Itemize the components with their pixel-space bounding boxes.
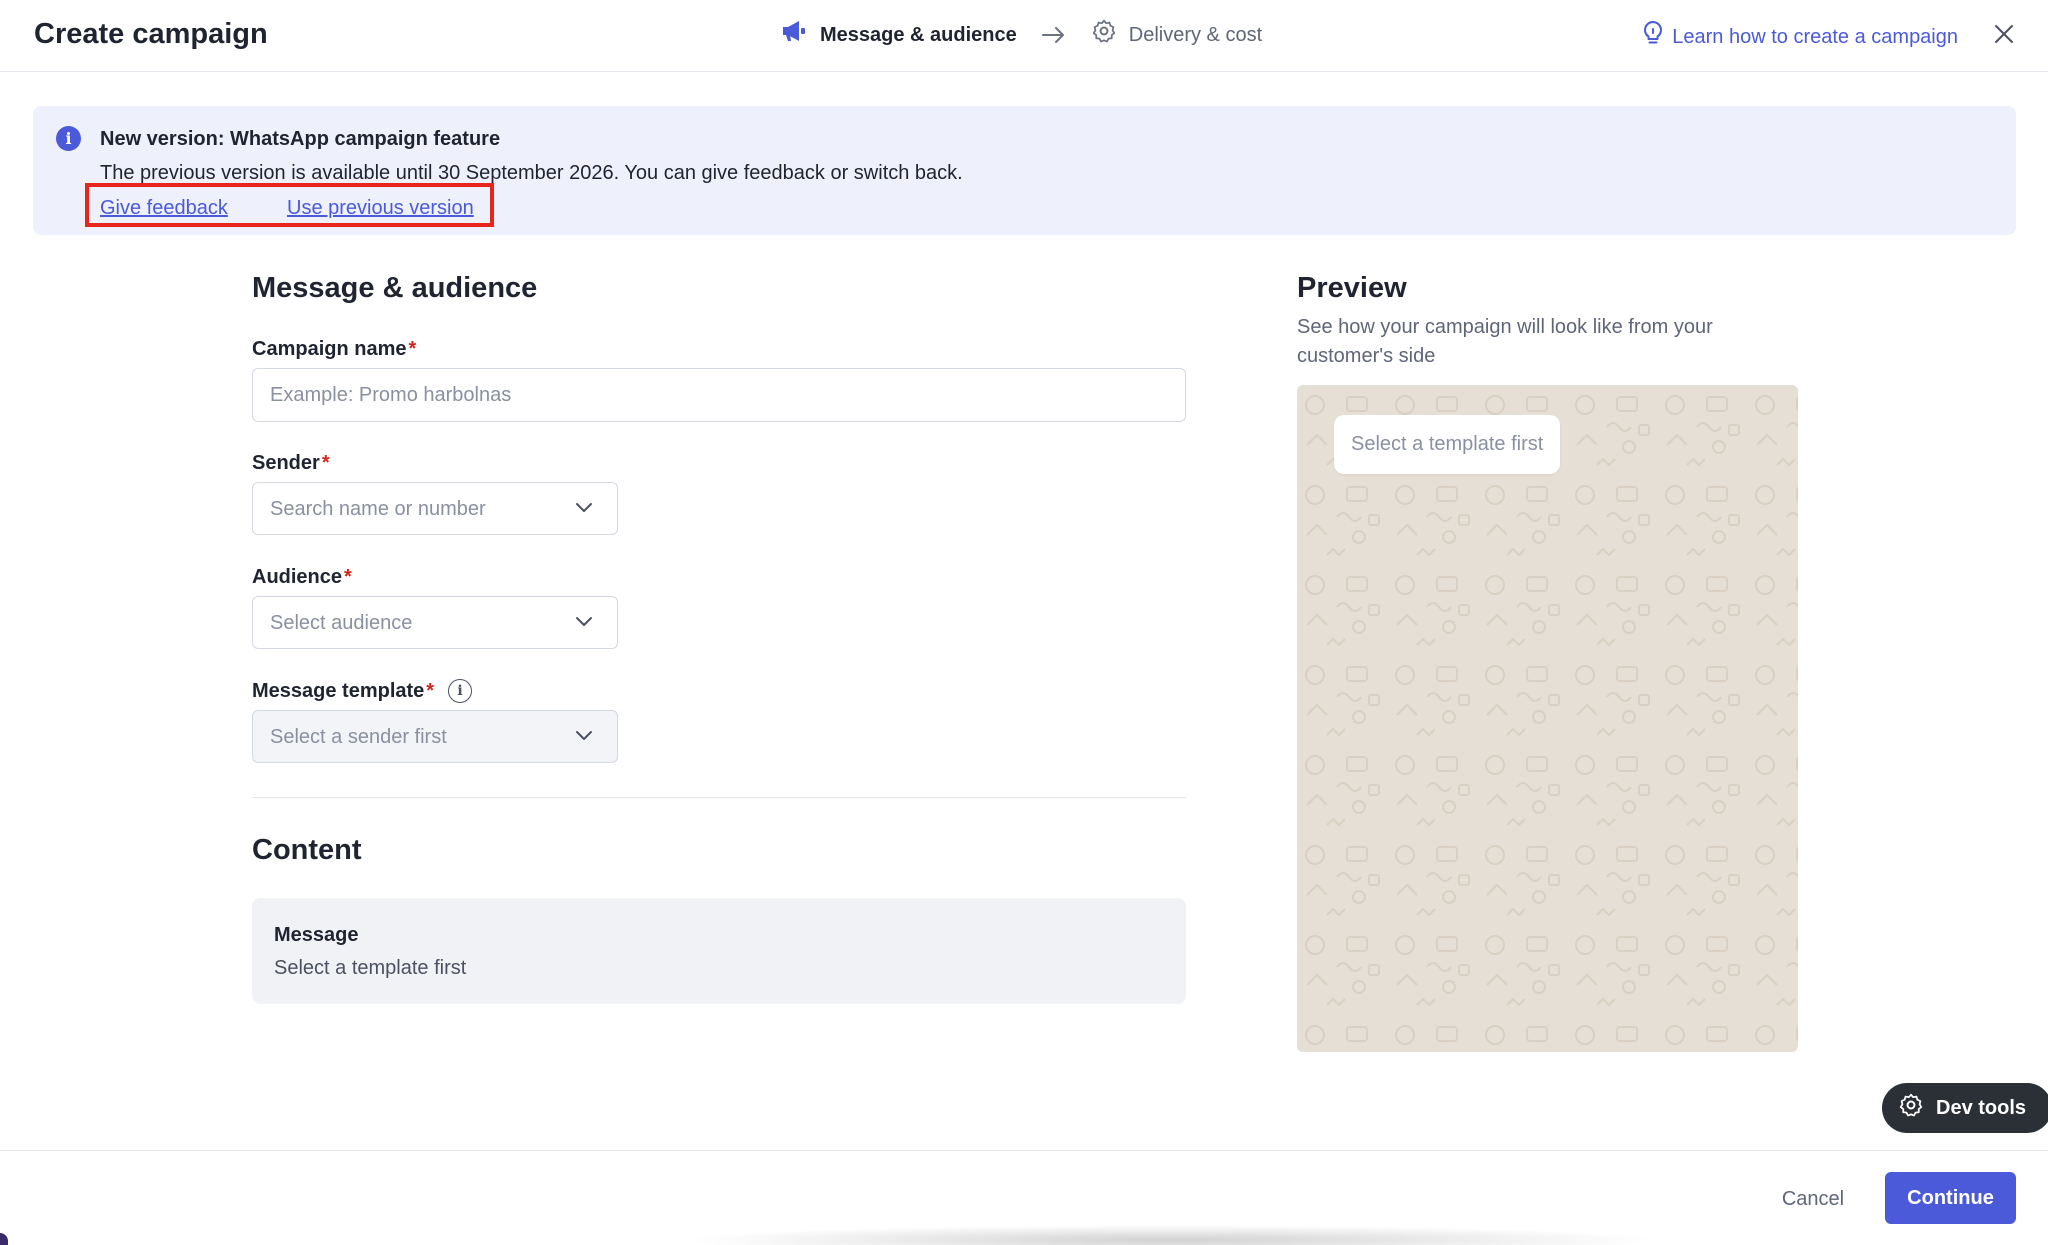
required-mark: * xyxy=(321,452,330,474)
sender-select[interactable]: Search name or number xyxy=(252,482,618,535)
banner-title: New version: WhatsApp campaign feature xyxy=(100,128,501,150)
section-title-message-audience: Message & audience xyxy=(252,272,538,304)
campaign-name-label: Campaign name * xyxy=(252,336,416,362)
info-banner: i New version: WhatsApp campaign feature… xyxy=(33,106,2016,235)
stepper: Message & audience Delivery & cost xyxy=(780,18,1262,52)
chat-wallpaper-pattern xyxy=(1297,385,1798,1052)
banner-links-highlight: Give feedback Use previous version xyxy=(85,183,494,227)
learn-how-link[interactable]: Learn how to create a campaign xyxy=(1642,20,1958,54)
step-label: Message & audience xyxy=(820,24,1017,46)
dev-tools-label: Dev tools xyxy=(1936,1096,2027,1119)
dev-tools-button[interactable]: Dev tools xyxy=(1882,1083,2048,1133)
continue-button[interactable]: Continue xyxy=(1885,1172,2016,1224)
info-icon: i xyxy=(56,126,81,151)
label-text: Audience xyxy=(252,566,343,588)
preview-message-bubble: Select a template first xyxy=(1334,415,1561,474)
close-icon xyxy=(1993,23,2015,50)
preview-title: Preview xyxy=(1297,272,1407,304)
sender-label: Sender * xyxy=(252,450,330,476)
step-delivery-cost[interactable]: Delivery & cost xyxy=(1091,18,1262,52)
select-placeholder: Search name or number xyxy=(270,497,486,520)
learn-link-label: Learn how to create a campaign xyxy=(1672,26,1958,48)
chevron-down-icon xyxy=(575,614,593,632)
label-text: Message template xyxy=(252,680,425,702)
audience-label: Audience * xyxy=(252,564,352,590)
gear-icon xyxy=(1898,1092,1924,1124)
campaign-name-input[interactable] xyxy=(252,368,1186,422)
chevron-down-icon xyxy=(575,728,593,746)
close-button[interactable] xyxy=(1986,18,2022,54)
label-text: Campaign name xyxy=(252,338,407,360)
arrow-right-icon xyxy=(1041,26,1067,44)
step-message-audience[interactable]: Message & audience xyxy=(780,19,1017,51)
header: Create campaign Message & audience Deliv… xyxy=(0,0,2048,72)
message-card-title: Message xyxy=(274,924,359,946)
audience-select[interactable]: Select audience xyxy=(252,596,618,649)
message-template-select: Select a sender first xyxy=(252,710,618,763)
message-template-label: Message template * i xyxy=(252,678,473,704)
info-icon[interactable]: i xyxy=(448,679,473,703)
required-mark: * xyxy=(426,680,435,702)
select-placeholder: Select a sender first xyxy=(270,725,447,748)
divider xyxy=(252,797,1186,798)
preview-panel: Select a template first xyxy=(1297,385,1798,1052)
label-text: Sender xyxy=(252,452,320,474)
gear-icon xyxy=(1091,18,1117,52)
chevron-down-icon xyxy=(575,500,593,518)
give-feedback-link[interactable]: Give feedback xyxy=(100,195,228,221)
lightbulb-icon xyxy=(1642,20,1664,54)
use-previous-version-link[interactable]: Use previous version xyxy=(287,195,474,221)
message-card: Message Select a template first xyxy=(252,898,1186,1004)
required-mark: * xyxy=(344,566,352,588)
required-mark: * xyxy=(408,338,417,360)
megaphone-icon xyxy=(780,19,808,51)
preview-description: See how your campaign will look like fro… xyxy=(1297,316,1713,367)
select-placeholder: Select audience xyxy=(270,611,413,634)
page-title: Create campaign xyxy=(34,18,268,50)
message-card-text: Select a template first xyxy=(274,957,467,979)
cancel-button[interactable]: Cancel xyxy=(1760,1174,1866,1224)
step-label: Delivery & cost xyxy=(1128,24,1263,46)
section-title-content: Content xyxy=(252,834,362,866)
